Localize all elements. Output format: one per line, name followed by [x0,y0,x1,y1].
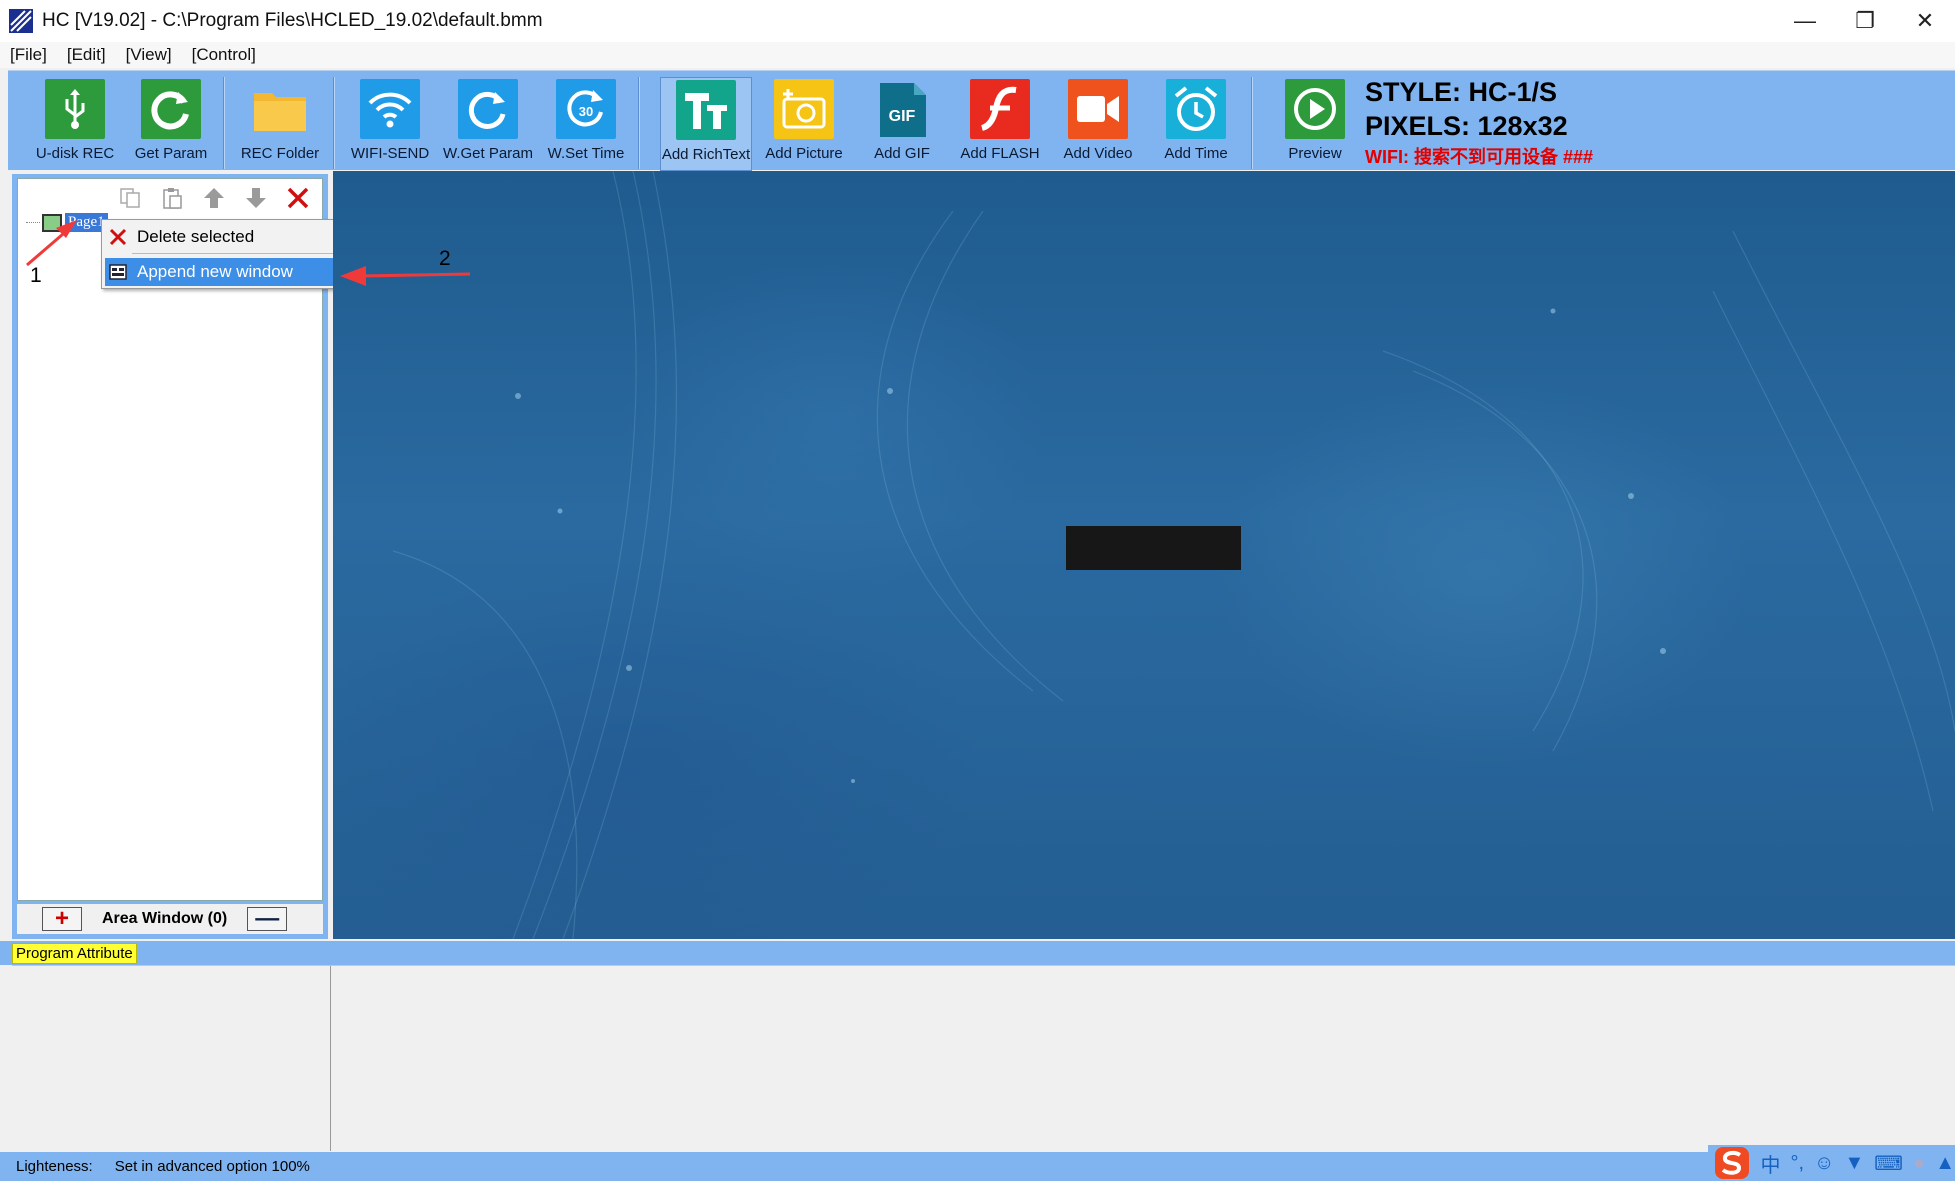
attribute-panel [12,965,1955,1151]
status-bar: Lighteness: Set in advanced option 100% [0,1152,1955,1181]
paste-icon[interactable] [156,183,188,213]
get-param-label: Get Param [134,145,208,162]
main-toolbar: U-disk REC Get Param REC Folder WIFI-SEN… [8,70,1955,171]
step-2-label: 2 [439,247,451,270]
w-get-param-button[interactable]: W.Get Param [443,79,533,171]
area-window-label: Area Window (0) [102,910,228,927]
menu-view[interactable]: [View] [126,45,172,65]
picture-icon [774,79,834,139]
delete-selected-label: Delete selected [137,227,255,246]
program-attribute-tab[interactable]: Program Attribute [12,943,137,964]
usb-icon [45,79,105,139]
w-set-time-label: W.Set Time [547,145,625,162]
preview-button[interactable]: Preview [1270,79,1360,171]
context-menu: Delete selected Append new window [101,219,344,289]
wifi-send-label: WIFI-SEND [350,145,430,162]
richtext-icon [676,80,736,140]
menu-bar: [File] [Edit] [View] [Control] [0,42,1955,68]
add-richtext-label: Add RichText [661,146,751,163]
wifi-send-button[interactable]: WIFI-SEND [345,79,435,171]
title-bar: HC [V19.02] - C:\Program Files\HCLED_19.… [0,0,1955,42]
preview-label: Preview [1288,145,1342,162]
tree-toolbar [18,179,322,217]
delete-icon [108,227,128,247]
video-icon [1068,79,1128,139]
preview-canvas[interactable] [333,171,1955,939]
keyboard-icon[interactable]: ⌨ [1874,1151,1903,1176]
app-icon [8,8,34,34]
alarm-clock-icon [1166,79,1226,139]
udisk-rec-label: U-disk REC [35,145,115,162]
area-window-bar: + Area Window (0) — [17,904,323,934]
rec-folder-label: REC Folder [240,145,320,162]
add-flash-button[interactable]: Add FLASH [955,79,1045,171]
add-video-label: Add Video [1063,145,1133,162]
add-video-button[interactable]: Add Video [1053,79,1143,171]
microphone-icon[interactable]: ▼ [1844,1152,1864,1175]
restore-button[interactable]: ❐ [1835,0,1895,42]
ime-toolbar: 中 °, ☺ ▼ ⌨ ● ▲ [1708,1145,1955,1181]
menu-file[interactable]: [File] [10,45,47,65]
device-info: STYLE: HC-1/S PIXELS: 128x32 WIFI: 搜索不到可… [1365,75,1593,169]
refresh-icon [141,79,201,139]
udisk-rec-button[interactable]: U-disk REC [30,79,120,171]
close-button[interactable]: ✕ [1895,0,1955,42]
emoji-icon[interactable]: ☺ [1814,1152,1834,1175]
lightness-label: Lighteness: [16,1158,93,1175]
attribute-bar: Program Attribute [0,941,1955,965]
gif-icon: GIF [872,79,932,139]
add-time-button[interactable]: Add Time [1151,79,1241,171]
add-richtext-button[interactable]: Add RichText [660,77,752,171]
ime-language[interactable]: 中 [1760,1149,1780,1178]
led-display-area[interactable] [1066,526,1241,570]
style-text: STYLE: HC-1/S [1365,77,1558,107]
add-picture-label: Add Picture [765,145,843,162]
add-time-label: Add Time [1164,145,1228,162]
menu-item-append-new-window[interactable]: Append new window [105,258,340,286]
minimize-button[interactable]: — [1775,0,1835,42]
pixels-text: PIXELS: 128x32 [1365,111,1568,141]
w-get-param-label: W.Get Param [442,145,534,162]
step-1-label: 1 [30,264,42,287]
move-up-icon[interactable] [198,183,230,213]
wifi-status: WIFI: 搜索不到可用设备 ### [1365,147,1594,167]
add-flash-label: Add FLASH [960,145,1040,162]
user-icon[interactable]: ● [1913,1152,1925,1175]
punctuation-icon[interactable]: °, [1790,1152,1804,1175]
program-page-icon [42,213,62,232]
window-icon [108,262,128,282]
move-down-icon[interactable] [240,183,272,213]
sogou-logo-icon[interactable] [1714,1146,1750,1180]
folder-icon [250,79,310,139]
tree-node-page1[interactable]: Page1 [26,213,108,232]
wifi-icon [360,79,420,139]
add-gif-label: Add GIF [874,145,930,162]
remove-area-button[interactable]: — [247,905,288,932]
window-title: HC [V19.02] - C:\Program Files\HCLED_19.… [42,10,543,31]
menu-control[interactable]: [Control] [192,45,256,65]
copy-icon[interactable] [114,183,146,213]
svg-text:30: 30 [579,104,593,119]
get-param-button[interactable]: Get Param [126,79,216,171]
add-gif-button[interactable]: GIF Add GIF [857,79,947,171]
svg-text:GIF: GIF [889,108,916,125]
menu-edit[interactable]: [Edit] [67,45,106,65]
append-new-window-label: Append new window [137,262,293,281]
delete-icon[interactable] [282,183,314,213]
skin-icon[interactable]: ▲ [1935,1152,1955,1175]
add-area-button[interactable]: + [42,905,82,932]
w-set-time-button[interactable]: 30 W.Set Time [541,79,631,171]
menu-item-delete-selected[interactable]: Delete selected [105,223,340,251]
rec-folder-button[interactable]: REC Folder [235,79,325,171]
refresh-icon [458,79,518,139]
play-icon [1285,79,1345,139]
flash-icon [970,79,1030,139]
timer-icon: 30 [556,79,616,139]
lightness-value: Set in advanced option 100% [114,1158,310,1175]
add-picture-button[interactable]: Add Picture [759,79,849,171]
